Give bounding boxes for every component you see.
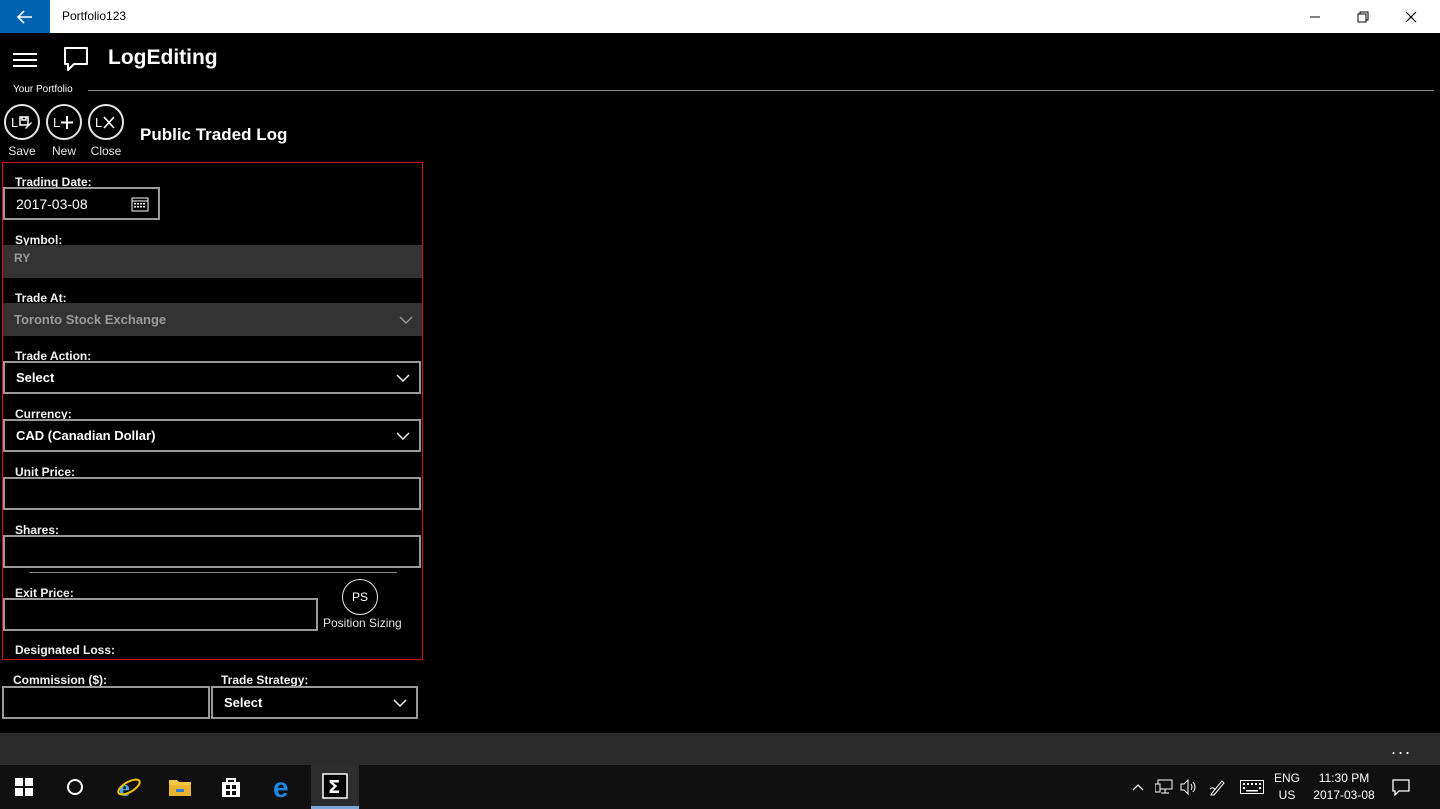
pen-icon (1209, 780, 1225, 796)
minimize-icon (1310, 16, 1320, 17)
currency-value: CAD (Canadian Dollar) (16, 428, 156, 443)
app-title: Portfolio123 (62, 9, 127, 23)
network-icon (1155, 779, 1173, 794)
clock-button[interactable]: 11:30 PM 2017-03-08 (1308, 770, 1380, 804)
restore-icon (1357, 11, 1369, 22)
trade-strategy-value: Select (224, 695, 263, 710)
calendar-icon (131, 197, 149, 211)
taskbar-file-explorer[interactable] (156, 765, 204, 809)
title-bar: Portfolio123 (0, 0, 1440, 33)
touch-keyboard-button[interactable] (1238, 765, 1266, 809)
form-divider (29, 572, 397, 573)
unit-price-input[interactable] (3, 477, 421, 510)
network-button[interactable] (1153, 765, 1175, 809)
new-label: New (51, 144, 76, 158)
restore-button[interactable] (1339, 0, 1387, 33)
close-window-button[interactable] (1387, 0, 1435, 33)
edge-icon: e (273, 775, 289, 799)
clock-time: 11:30 PM (1318, 771, 1370, 785)
commission-input[interactable] (2, 686, 210, 719)
more-options-button[interactable]: ... (1391, 739, 1412, 757)
internet-explorer-icon: e (117, 776, 141, 800)
hamburger-line (13, 65, 37, 67)
keyboard-icon (1240, 780, 1264, 794)
currency-dropdown[interactable]: CAD (Canadian Dollar) (3, 419, 421, 452)
position-sizing-icon: PS (351, 590, 368, 604)
chevron-down-icon (399, 316, 413, 324)
breadcrumb-divider (88, 90, 1434, 91)
speaker-icon (1180, 779, 1196, 795)
taskbar-edge[interactable]: e (260, 765, 308, 809)
taskbar: e e Σ (0, 765, 1440, 809)
hamburger-line (13, 53, 37, 55)
svg-text:L: L (11, 115, 18, 130)
sigma-app-icon: Σ (322, 772, 348, 799)
trading-date-value: 2017-03-08 (16, 195, 88, 212)
trade-action-dropdown[interactable]: Select (3, 361, 421, 394)
chevron-up-icon (1132, 784, 1144, 791)
designated-loss-label: Designated Loss: (15, 643, 116, 657)
trade-strategy-label: Trade Strategy: (221, 673, 309, 687)
trade-at-dropdown[interactable]: Toronto Stock Exchange (3, 303, 422, 336)
trading-date-picker[interactable]: 2017-03-08 (3, 187, 160, 220)
position-sizing-button[interactable]: PS (342, 579, 378, 615)
taskbar-internet-explorer[interactable]: e (105, 765, 153, 809)
new-button[interactable]: L New (43, 104, 85, 158)
svg-text:L: L (95, 115, 102, 130)
close-log-icon: L (88, 104, 124, 140)
trade-at-value: Toronto Stock Exchange (14, 312, 167, 327)
position-sizing-label: Position Sizing (323, 616, 402, 630)
cortana-button[interactable] (51, 765, 99, 809)
exit-price-input[interactable] (3, 598, 318, 631)
comment-icon[interactable] (63, 46, 89, 72)
save-button[interactable]: L Save (1, 104, 43, 158)
back-arrow-icon (17, 9, 32, 24)
taskbar-portfolio123[interactable]: Σ (311, 765, 359, 809)
svg-text:e: e (273, 775, 289, 799)
section-title: Public Traded Log (140, 125, 288, 144)
shares-input[interactable] (3, 535, 421, 568)
language-code: ENG (1274, 771, 1301, 785)
close-label: Close (90, 144, 122, 158)
notification-icon (1392, 779, 1410, 796)
svg-text:L: L (53, 115, 60, 130)
trade-action-value: Select (16, 370, 55, 385)
chevron-down-icon (396, 374, 410, 382)
input-language-button[interactable]: ENG US (1274, 770, 1300, 804)
start-button[interactable] (0, 765, 48, 809)
hamburger-line (13, 59, 37, 61)
show-hidden-icons-button[interactable] (1128, 765, 1148, 809)
save-label: Save (8, 144, 36, 158)
folder-icon (169, 780, 191, 796)
new-icon: L (46, 104, 82, 140)
clock-date: 2017-03-08 (1313, 788, 1375, 802)
minimize-button[interactable] (1291, 0, 1339, 33)
breadcrumb[interactable]: Your Portfolio (13, 84, 73, 95)
back-button[interactable] (0, 0, 50, 33)
page-title: LogEditing (108, 46, 218, 69)
pen-workspace-button[interactable] (1207, 765, 1229, 809)
close-icon (1405, 11, 1417, 22)
commission-label: Commission ($): (13, 673, 108, 687)
store-icon (222, 778, 240, 797)
taskbar-store[interactable] (207, 765, 255, 809)
chevron-down-icon (396, 432, 410, 440)
app-bar: ... (0, 733, 1440, 765)
save-icon: L (4, 104, 40, 140)
volume-button[interactable] (1178, 765, 1200, 809)
close-button[interactable]: L Close (85, 104, 127, 158)
windows-icon (15, 778, 33, 796)
action-center-button[interactable] (1384, 765, 1418, 809)
symbol-input[interactable]: RY (3, 245, 422, 278)
cortana-icon (67, 779, 83, 795)
hamburger-menu-button[interactable] (13, 50, 37, 68)
region-code: US (1278, 788, 1296, 802)
chevron-down-icon (393, 699, 407, 707)
trade-strategy-dropdown[interactable]: Select (211, 686, 418, 719)
symbol-value: RY (14, 251, 31, 265)
svg-text:Σ: Σ (328, 777, 340, 798)
